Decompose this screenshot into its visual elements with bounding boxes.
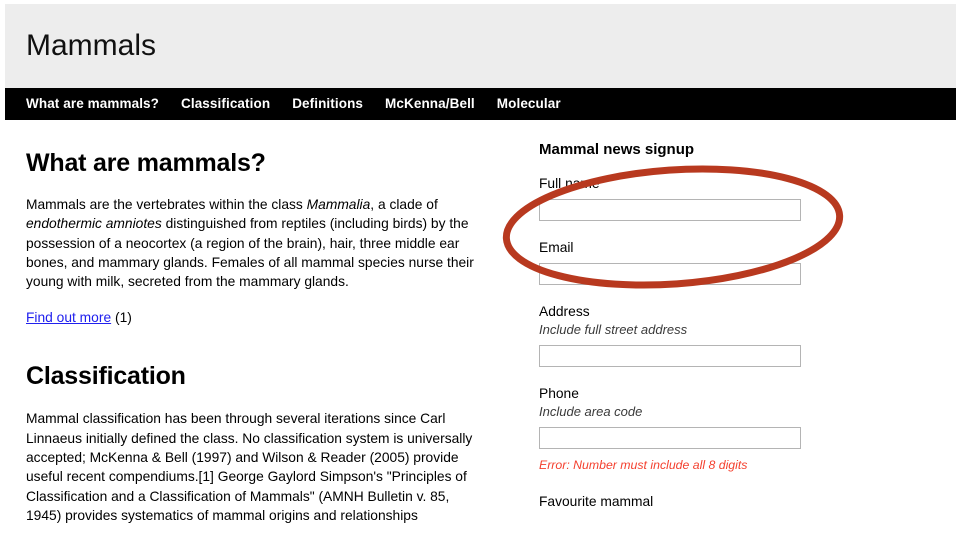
field-email: Email <box>539 239 859 285</box>
input-full-name[interactable] <box>539 199 801 221</box>
site-masthead: Mammals <box>5 4 956 88</box>
hint-phone: Include area code <box>539 404 643 419</box>
paragraph-emphasis-endothermic-amniotes: endothermic amniotes <box>26 216 162 232</box>
site-title: Mammals <box>26 29 157 62</box>
label-full-name: Full name <box>539 176 600 191</box>
nav-item-what-are-mammals[interactable]: What are mammals? <box>26 88 159 120</box>
section-what-are-mammals: What are mammals? Mammals are the verteb… <box>26 148 486 327</box>
field-phone: Phone Include area code Error: Number mu… <box>539 385 859 473</box>
input-phone[interactable] <box>539 427 801 449</box>
nav-item-classification[interactable]: Classification <box>181 88 270 120</box>
field-full-name: Full name <box>539 175 859 221</box>
nav-item-molecular[interactable]: Molecular <box>497 88 561 120</box>
find-out-more-reference-number: (1) <box>114 310 132 326</box>
nav-item-mckenna-bell[interactable]: McKenna/Bell <box>385 88 475 120</box>
heading-classification: Classification <box>26 362 186 391</box>
article-column: What are mammals? Mammals are the verteb… <box>26 120 486 540</box>
label-email: Email <box>539 240 574 255</box>
link-find-out-more[interactable]: Find out more <box>26 310 111 325</box>
paragraph-classification: Mammal classification has been through s… <box>26 411 473 523</box>
input-address[interactable] <box>539 345 801 367</box>
paragraph-what-are-mammals: Mammals are the vertebrates within the c… <box>26 195 478 291</box>
input-email[interactable] <box>539 263 801 285</box>
label-phone: Phone <box>539 386 579 401</box>
field-favourite-mammal: Favourite mammal <box>539 493 859 511</box>
field-address: Address Include full street address <box>539 303 859 367</box>
paragraph-text-part-1: Mammals are the vertebrates within the c… <box>26 197 307 212</box>
find-out-more-row: Find out more (1) <box>26 308 486 327</box>
paragraph-text-part-2: , a clade of <box>370 197 438 212</box>
paragraph-emphasis-mammalia: Mammalia <box>306 197 371 212</box>
error-message-phone: Error: Number must include all 8 digits <box>539 458 748 472</box>
page-content: What are mammals? Mammals are the verteb… <box>0 120 960 540</box>
page-root: Mammals What are mammals? Classification… <box>0 0 960 540</box>
form-heading-mammal-news-signup: Mammal news signup <box>539 141 695 158</box>
label-address: Address <box>539 304 590 319</box>
section-classification: Classification Mammal classification has… <box>26 361 486 540</box>
label-favourite-mammal: Favourite mammal <box>539 494 654 509</box>
hint-address: Include full street address <box>539 322 688 337</box>
heading-what-are-mammals: What are mammals? <box>26 149 266 177</box>
signup-form-column: Mammal news signup Full name Email Addre… <box>539 120 859 511</box>
nav-item-definitions[interactable]: Definitions <box>292 88 363 120</box>
main-navigation: What are mammals? Classification Definit… <box>5 88 956 120</box>
